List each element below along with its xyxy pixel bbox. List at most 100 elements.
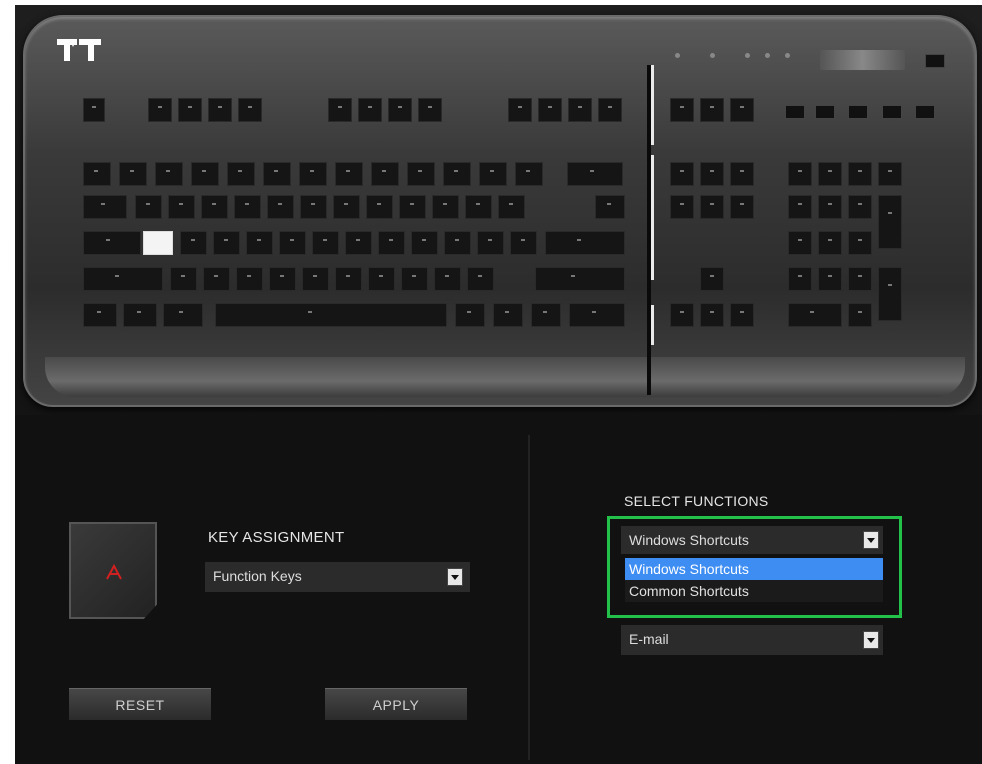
keyboard-key[interactable] xyxy=(670,162,694,186)
keyboard-key[interactable] xyxy=(300,195,327,219)
keyboard-key[interactable] xyxy=(148,98,172,122)
keyboard-key[interactable] xyxy=(567,162,623,186)
keyboard-key[interactable] xyxy=(479,162,507,186)
keyboard-key[interactable] xyxy=(302,267,329,291)
keyboard-key[interactable] xyxy=(788,231,812,255)
keyboard-key[interactable] xyxy=(788,267,812,291)
keyboard-key[interactable] xyxy=(670,98,694,122)
keyboard-key[interactable] xyxy=(730,195,754,219)
media-key[interactable] xyxy=(915,105,935,119)
keyboard-key[interactable] xyxy=(443,162,471,186)
keyboard-key[interactable] xyxy=(848,195,872,219)
keyboard-key[interactable] xyxy=(119,162,147,186)
keyboard-key[interactable] xyxy=(234,195,261,219)
dropdown-option-common-shortcuts[interactable]: Common Shortcuts xyxy=(625,580,883,602)
keyboard-key[interactable] xyxy=(399,195,426,219)
keyboard-key[interactable] xyxy=(818,267,842,291)
keyboard-key[interactable] xyxy=(143,231,173,255)
media-key[interactable] xyxy=(848,105,868,119)
keyboard-key[interactable] xyxy=(333,195,360,219)
keyboard-key[interactable] xyxy=(238,98,262,122)
keyboard-key[interactable] xyxy=(227,162,255,186)
keyboard-key[interactable] xyxy=(345,231,372,255)
keyboard-key[interactable] xyxy=(368,267,395,291)
keyboard-key[interactable] xyxy=(465,195,492,219)
keyboard-key[interactable] xyxy=(135,195,162,219)
keyboard-key[interactable] xyxy=(312,231,339,255)
keyboard-key[interactable] xyxy=(598,98,622,122)
keyboard-key[interactable] xyxy=(366,195,393,219)
keyboard-key[interactable] xyxy=(788,195,812,219)
keyboard-key[interactable] xyxy=(730,303,754,327)
keyboard-key[interactable] xyxy=(203,267,230,291)
keyboard-key[interactable] xyxy=(335,162,363,186)
keyboard-key[interactable] xyxy=(180,231,207,255)
key-assignment-dropdown[interactable]: Function Keys xyxy=(205,562,470,592)
keyboard-key[interactable] xyxy=(878,195,902,249)
keyboard-key[interactable] xyxy=(434,267,461,291)
keyboard-key[interactable] xyxy=(267,195,294,219)
keyboard-key[interactable] xyxy=(191,162,219,186)
volume-dial[interactable] xyxy=(820,50,905,70)
reset-button[interactable]: RESET xyxy=(69,688,211,720)
keyboard-key[interactable] xyxy=(818,195,842,219)
keyboard-key[interactable] xyxy=(388,98,412,122)
keyboard-key[interactable] xyxy=(378,231,405,255)
keyboard-key[interactable] xyxy=(535,267,625,291)
chevron-down-icon[interactable] xyxy=(447,568,463,586)
keyboard-key[interactable] xyxy=(848,267,872,291)
keyboard-key[interactable] xyxy=(670,195,694,219)
keyboard-key[interactable] xyxy=(788,162,812,186)
apply-button[interactable]: APPLY xyxy=(325,688,467,720)
keyboard-key[interactable] xyxy=(498,195,525,219)
keyboard-key[interactable] xyxy=(510,231,537,255)
keyboard-key[interactable] xyxy=(83,162,111,186)
keyboard-key[interactable] xyxy=(411,231,438,255)
keyboard-key[interactable] xyxy=(730,162,754,186)
keyboard-key[interactable] xyxy=(178,98,202,122)
keyboard-key[interactable] xyxy=(848,231,872,255)
keyboard-key[interactable] xyxy=(215,303,447,327)
media-key-mute[interactable] xyxy=(925,54,945,68)
keyboard-key[interactable] xyxy=(848,303,872,327)
keyboard-key[interactable] xyxy=(670,303,694,327)
media-key[interactable] xyxy=(815,105,835,119)
keyboard-key[interactable] xyxy=(83,231,141,255)
keyboard-key[interactable] xyxy=(83,195,127,219)
function-sub-dropdown[interactable]: E-mail xyxy=(621,625,883,655)
keyboard-key[interactable] xyxy=(170,267,197,291)
keyboard-key[interactable] xyxy=(407,162,435,186)
keyboard-key[interactable] xyxy=(538,98,562,122)
chevron-down-icon[interactable] xyxy=(863,531,879,549)
keyboard-key[interactable] xyxy=(531,303,561,327)
keyboard-key[interactable] xyxy=(455,303,485,327)
keyboard-key[interactable] xyxy=(263,162,291,186)
keyboard-key[interactable] xyxy=(432,195,459,219)
keyboard-key[interactable] xyxy=(878,267,902,321)
keyboard-key[interactable] xyxy=(208,98,232,122)
keyboard-key[interactable] xyxy=(269,267,296,291)
dropdown-option-windows-shortcuts[interactable]: Windows Shortcuts xyxy=(625,558,883,580)
select-functions-dropdown[interactable]: Windows Shortcuts xyxy=(621,526,883,554)
keyboard-key[interactable] xyxy=(788,303,842,327)
keyboard-key[interactable] xyxy=(700,162,724,186)
keyboard-key[interactable] xyxy=(83,303,117,327)
keyboard-key[interactable] xyxy=(515,162,543,186)
keyboard-key[interactable] xyxy=(401,267,428,291)
keyboard-key[interactable] xyxy=(569,303,625,327)
keyboard-key[interactable] xyxy=(418,98,442,122)
keyboard-key[interactable] xyxy=(818,231,842,255)
media-key[interactable] xyxy=(882,105,902,119)
keyboard-key[interactable] xyxy=(848,162,872,186)
keyboard-key[interactable] xyxy=(700,98,724,122)
keyboard-key[interactable] xyxy=(508,98,532,122)
keyboard-key[interactable] xyxy=(83,267,163,291)
keyboard-key[interactable] xyxy=(299,162,327,186)
keyboard-key[interactable] xyxy=(236,267,263,291)
keyboard-key[interactable] xyxy=(163,303,203,327)
keyboard-key[interactable] xyxy=(568,98,592,122)
keyboard-key[interactable] xyxy=(700,267,724,291)
keyboard-key[interactable] xyxy=(328,98,352,122)
keyboard-key[interactable] xyxy=(595,195,625,219)
keyboard-key[interactable] xyxy=(279,231,306,255)
